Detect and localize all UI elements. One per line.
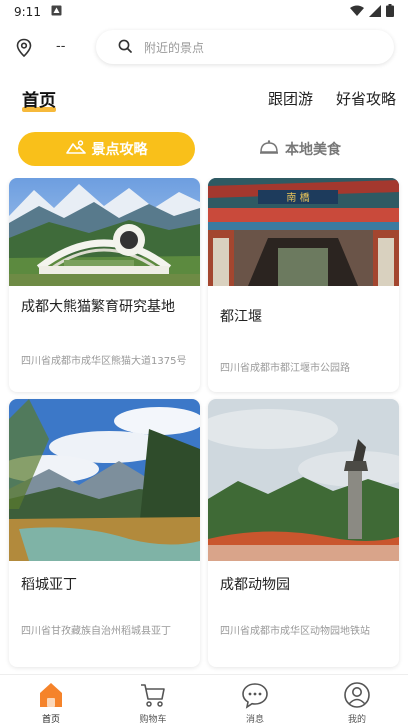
home-icon [37,681,65,709]
attraction-address: 四川省成都市成华区动物园地铁站 [220,626,370,637]
tab-attractions-label: 景点攻略 [91,142,148,158]
bottom-tab-mine[interactable]: 我的 [317,675,397,725]
tab-local-food-label: 本地美食 [285,142,341,158]
tab-attractions[interactable]: 景点攻略 [18,132,195,166]
notification-icon [51,5,62,19]
bottom-tab-bar: 首页 购物车 消息 我的 [0,674,408,725]
bottom-tab-mine-label: 我的 [347,715,366,725]
current-location[interactable]: -- [56,39,65,54]
category-tabs: 景点攻略 本地美食 [0,132,408,168]
svg-text:南 橋: 南 橋 [286,191,309,204]
bottom-tab-messages-label: 消息 [245,715,264,725]
attraction-list: 成都大熊猫繁育研究基地 四川省成都市成华区熊猫大道1375号 南 橋 都江堰 四… [0,178,408,674]
wifi-icon [350,5,364,20]
attraction-title: 都江堰 [220,309,262,325]
landscape-icon [65,139,86,159]
search-placeholder: 附近的景点 [144,40,205,55]
attraction-photo: 南 橋 [208,178,399,286]
attraction-title: 成都动物园 [220,577,290,593]
food-cloche-icon [259,139,279,159]
bottom-tab-cart-label: 购物车 [139,715,167,725]
top-bar: -- 附近的景点 [0,28,408,68]
attraction-photo [9,399,200,561]
attraction-card[interactable]: 成都大熊猫繁育研究基地 四川省成都市成华区熊猫大道1375号 [9,178,200,392]
attraction-title: 稻城亚丁 [21,577,77,593]
attraction-address: 四川省甘孜藏族自治州稻城县亚丁 [21,626,171,637]
location-pin-icon[interactable] [14,38,34,58]
battery-icon [386,4,394,20]
attraction-address: 四川省成都市都江堰市公园路 [220,363,350,374]
message-bubble-icon [241,681,269,709]
search-icon [118,38,132,57]
search-input[interactable]: 附近的景点 [96,30,394,64]
attraction-card[interactable]: 南 橋 都江堰 四川省成都市都江堰市公园路 [208,178,399,392]
attraction-card[interactable]: 成都动物园 四川省成都市成华区动物园地铁站 [208,399,399,667]
signal-icon [369,4,381,20]
status-time: 9:11 [14,5,41,19]
top-nav: 首页 跟团游 好省攻略 [0,80,408,116]
attraction-card[interactable]: 稻城亚丁 四川省甘孜藏族自治州稻城县亚丁 [9,399,200,667]
user-profile-icon [343,681,371,709]
attraction-address: 四川省成都市成华区熊猫大道1375号 [21,356,187,367]
bottom-tab-cart[interactable]: 购物车 [113,675,193,725]
status-bar: 9:11 [0,0,408,24]
bottom-tab-messages[interactable]: 消息 [215,675,295,725]
bottom-tab-home-label: 首页 [41,715,60,725]
tab-local-food[interactable]: 本地美食 [210,132,390,166]
attraction-title: 成都大熊猫繁育研究基地 [21,299,175,315]
bottom-tab-home[interactable]: 首页 [11,675,91,725]
shopping-cart-icon [139,681,167,709]
nav-group-tour[interactable]: 跟团游 [268,88,313,109]
attraction-photo [9,178,200,286]
nav-budget-guide[interactable]: 好省攻略 [336,88,396,109]
nav-home[interactable]: 首页 [22,86,56,111]
attraction-photo [208,399,399,561]
